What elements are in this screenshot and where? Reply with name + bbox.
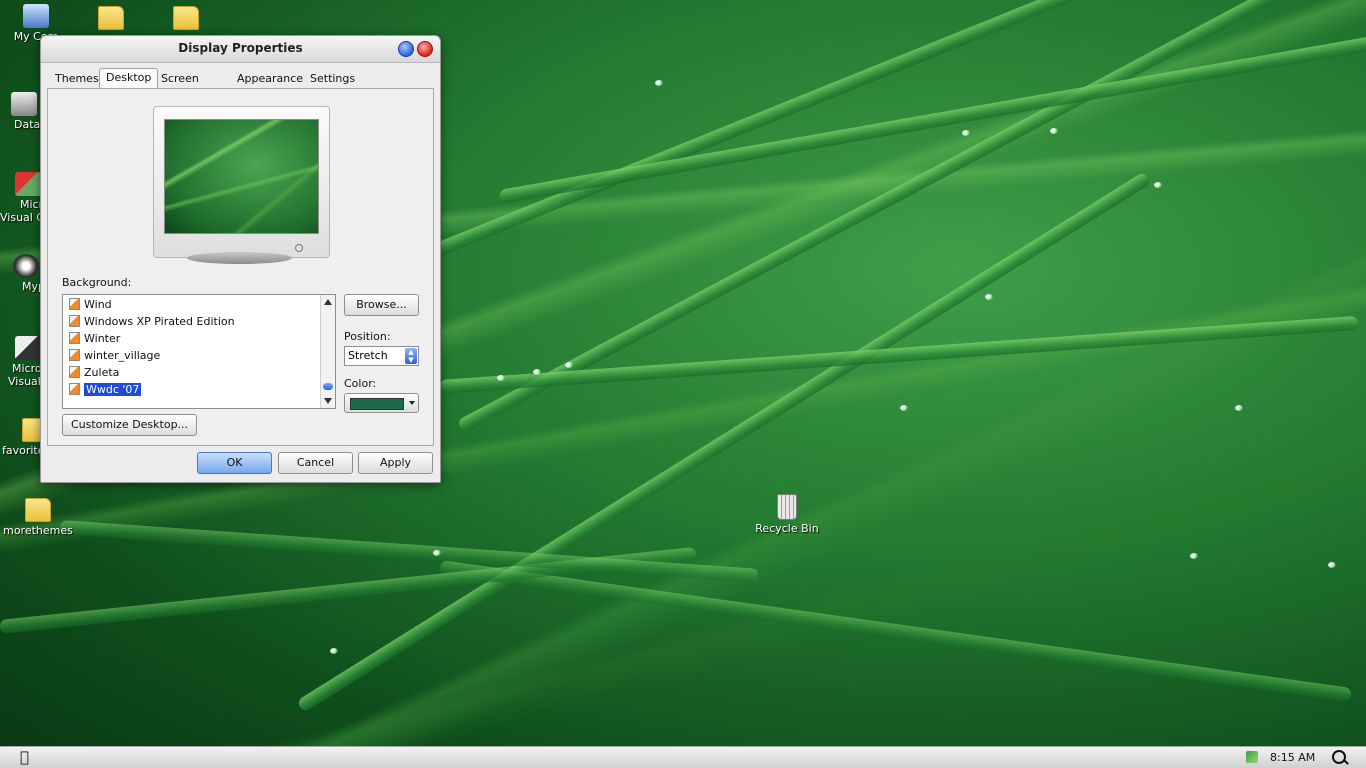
- image-file-icon: [69, 315, 80, 327]
- network-tray-icon[interactable]: [1246, 751, 1258, 763]
- wallpaper-preview: [164, 119, 319, 234]
- folder-icon: [98, 6, 124, 30]
- color-swatch: [350, 398, 404, 410]
- tab-desktop[interactable]: Desktop: [99, 68, 159, 89]
- list-item[interactable]: Windows XP Pirated Edition: [69, 314, 235, 330]
- visual-studio-icon: [15, 172, 41, 196]
- tab-appearance[interactable]: Appearance: [231, 70, 309, 88]
- position-label: Position:: [344, 330, 391, 343]
- list-item[interactable]: winter_village: [69, 348, 160, 364]
- power-icon: [295, 244, 303, 252]
- list-item-label: Winter: [84, 332, 121, 345]
- ok-button[interactable]: OK: [197, 452, 272, 474]
- position-value: Stretch: [348, 349, 388, 362]
- desktop-icon-morethemes[interactable]: morethemes: [2, 498, 74, 537]
- desktop-icon-label: morethemes: [3, 524, 73, 537]
- apple-icon[interactable]: : [20, 750, 34, 765]
- list-item-selected[interactable]: Wwdc '07: [69, 382, 142, 398]
- app-icon: [15, 336, 41, 360]
- monitor-stand: [187, 252, 292, 264]
- list-item-label: Wind: [84, 298, 112, 311]
- image-file-icon: [69, 332, 80, 344]
- customize-desktop-button[interactable]: Customize Desktop...: [62, 414, 197, 436]
- recycle-bin-icon: [777, 494, 797, 520]
- desktop-icon-folder[interactable]: [75, 6, 147, 32]
- select-spinner-icon: ▲ ▼: [405, 348, 417, 364]
- title-bar[interactable]: Display Properties: [41, 36, 440, 63]
- position-select[interactable]: Stretch ▲ ▼: [344, 346, 419, 366]
- apply-button[interactable]: Apply: [358, 452, 433, 474]
- list-scrollbar[interactable]: [320, 295, 335, 408]
- background-list[interactable]: Wind Windows XP Pirated Edition Winter w…: [62, 294, 336, 409]
- image-file-icon: [69, 349, 80, 361]
- list-item[interactable]: Wind: [69, 297, 112, 313]
- search-icon[interactable]: [1332, 750, 1346, 764]
- app-icon: [13, 254, 39, 278]
- chevron-down-icon: [409, 401, 415, 405]
- image-file-icon: [69, 383, 80, 395]
- close-icon[interactable]: [417, 41, 433, 57]
- list-item-label: winter_village: [84, 349, 161, 362]
- display-properties-window: Display Properties Themes Desktop Screen…: [40, 35, 441, 483]
- image-file-icon: [69, 298, 80, 310]
- help-icon[interactable]: [398, 41, 414, 57]
- image-file-icon: [69, 366, 80, 378]
- monitor-preview: [153, 106, 330, 258]
- folder-icon: [173, 6, 199, 30]
- taskbar:  8:15 AM: [0, 746, 1366, 768]
- desktop-icon-folder[interactable]: [150, 6, 222, 32]
- computer-icon: [23, 4, 49, 28]
- list-item[interactable]: Zuleta: [69, 365, 119, 381]
- background-label: Background:: [62, 276, 132, 289]
- shortcut-icon: [11, 92, 37, 116]
- list-item-label: Windows XP Pirated Edition: [84, 315, 235, 328]
- folder-icon: [25, 498, 51, 522]
- desktop-icon-label: Recycle Bin: [755, 522, 819, 535]
- tab-screen-saver[interactable]: Screen Saver: [155, 70, 205, 103]
- color-label: Color:: [344, 377, 377, 390]
- list-item-label: Zuleta: [84, 366, 120, 379]
- scroll-down-icon[interactable]: [324, 398, 332, 404]
- browse-button[interactable]: Browse...: [344, 294, 419, 316]
- color-picker-button[interactable]: [344, 393, 419, 413]
- scroll-up-icon[interactable]: [324, 299, 332, 305]
- list-item[interactable]: Winter: [69, 331, 120, 347]
- tab-themes[interactable]: Themes: [49, 70, 105, 88]
- scroll-thumb[interactable]: [323, 383, 333, 390]
- cancel-button[interactable]: Cancel: [278, 452, 353, 474]
- window-title: Display Properties: [178, 41, 303, 55]
- tab-settings[interactable]: Settings: [304, 70, 361, 88]
- desktop-icon-recycle-bin[interactable]: Recycle Bin: [751, 494, 823, 535]
- list-item-label: Wwdc '07: [84, 383, 142, 396]
- taskbar-clock[interactable]: 8:15 AM: [1270, 751, 1315, 764]
